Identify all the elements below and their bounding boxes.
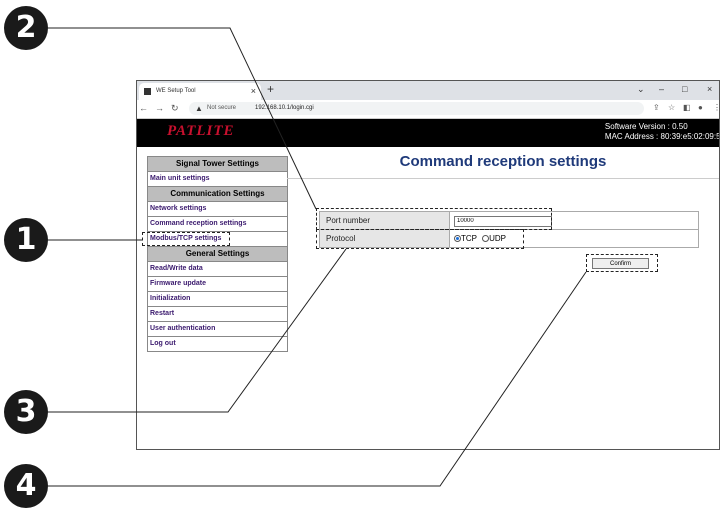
leader-line-3 bbox=[48, 248, 347, 413]
leader-line-2 bbox=[48, 27, 317, 210]
leader-lines bbox=[48, 27, 587, 487]
leader-line-4 bbox=[48, 271, 587, 487]
